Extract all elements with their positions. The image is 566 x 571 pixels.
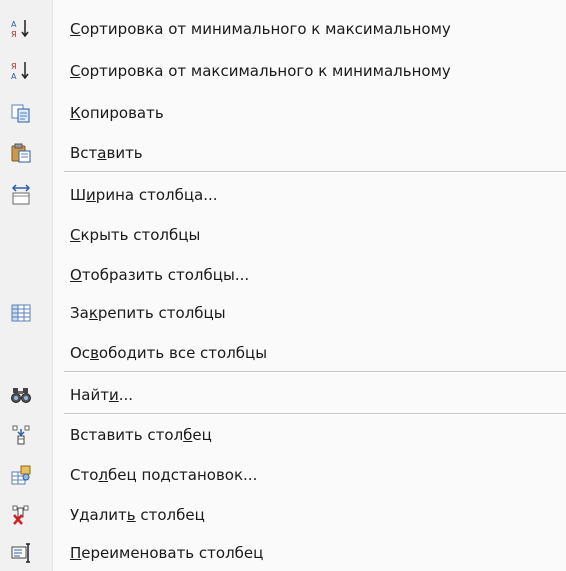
lookup-column-icon (10, 464, 32, 486)
menu-item-rename-column[interactable]: Переименовать столбец (0, 536, 566, 570)
menu-item-copy[interactable]: Копировать (0, 96, 566, 130)
column-width-icon (10, 184, 32, 206)
binoculars-find-icon (10, 384, 32, 406)
menu-item-label: Столбец подстановок... (70, 466, 258, 484)
insert-column-icon (10, 424, 32, 446)
sort-ascending-icon: А Я (10, 18, 32, 40)
paste-icon (10, 142, 32, 164)
menu-item-label: Вставить (70, 144, 143, 162)
delete-column-icon (10, 504, 32, 526)
menu-separator (64, 171, 566, 173)
menu-item-label: Освободить все столбцы (70, 344, 268, 362)
svg-text:А: А (11, 72, 17, 81)
menu-item-label: Удалить столбец (70, 506, 205, 524)
menu-item-label: Вставить столбец (70, 426, 212, 444)
menu-item-sort-descending[interactable]: Я А Сортировка от максимального к минима… (0, 54, 566, 88)
menu-item-paste[interactable]: Вставить (0, 136, 566, 170)
svg-text:А: А (11, 20, 17, 29)
menu-item-label: Отобразить столбцы... (70, 266, 250, 284)
menu-item-label: Копировать (70, 104, 164, 122)
menu-separator (64, 413, 566, 415)
menu-item-freeze-columns[interactable]: Закрепить столбцы (0, 296, 566, 330)
menu-item-label: Скрыть столбцы (70, 226, 201, 244)
menu-item-unfreeze-all-columns[interactable]: Освободить все столбцы (0, 336, 566, 370)
menu-item-insert-column[interactable]: Вставить столбец (0, 418, 566, 452)
sort-descending-icon: Я А (10, 60, 32, 82)
svg-text:Я: Я (11, 30, 17, 39)
menu-separator (64, 371, 566, 373)
menu-item-label: Ширина столбца... (70, 186, 218, 204)
copy-icon (10, 102, 32, 124)
menu-item-delete-column[interactable]: Удалить столбец (0, 498, 566, 532)
menu-item-column-width[interactable]: Ширина столбца... (0, 178, 566, 212)
svg-text:Я: Я (11, 62, 17, 71)
menu-item-find[interactable]: Найти... (0, 378, 566, 412)
menu-item-label: Закрепить столбцы (70, 304, 226, 322)
rename-column-icon (10, 542, 32, 564)
menu-item-label: Сортировка от минимального к максимально… (70, 20, 451, 38)
menu-item-show-columns[interactable]: Отобразить столбцы... (0, 258, 566, 292)
context-menu: А Я Сортировка от минимального к максима… (0, 0, 566, 571)
menu-item-label: Найти... (70, 386, 134, 404)
menu-item-hide-columns[interactable]: Скрыть столбцы (0, 218, 566, 252)
menu-item-label: Сортировка от максимального к минимально… (70, 62, 451, 80)
menu-item-sort-ascending[interactable]: А Я Сортировка от минимального к максима… (0, 12, 566, 46)
freeze-columns-icon (10, 302, 32, 324)
menu-item-lookup-column[interactable]: Столбец подстановок... (0, 458, 566, 492)
menu-item-label: Переименовать столбец (70, 544, 264, 562)
